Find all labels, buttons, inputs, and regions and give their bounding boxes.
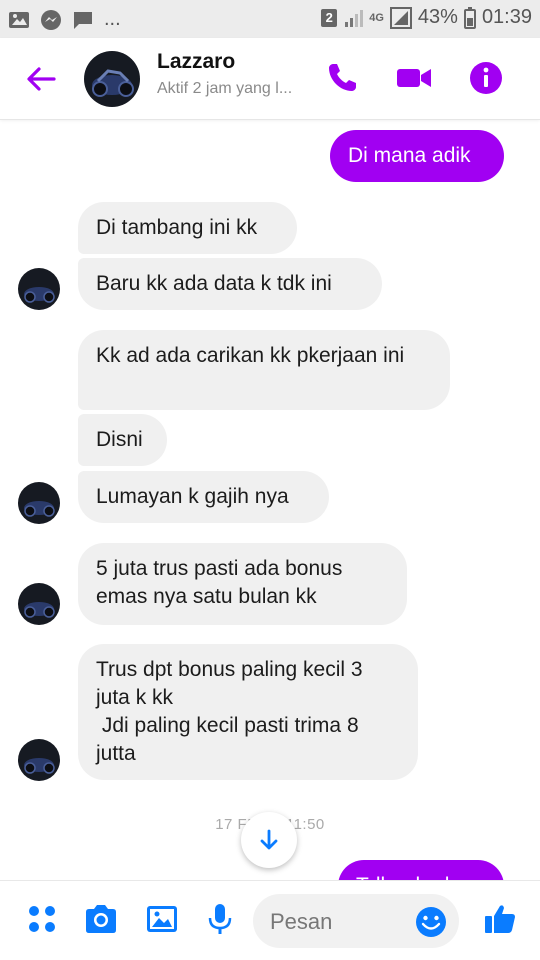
- message-bubble-outgoing[interactable]: Di mana adik: [330, 130, 504, 182]
- gallery-notification-icon: [9, 11, 29, 28]
- scroll-to-bottom-button[interactable]: [241, 812, 297, 868]
- emoji-icon[interactable]: [414, 905, 448, 939]
- camera-icon[interactable]: [83, 901, 119, 937]
- info-icon[interactable]: [468, 60, 504, 96]
- microphone-icon[interactable]: [202, 901, 238, 937]
- sim-badge: 2: [321, 8, 338, 27]
- messenger-notification-icon: [41, 9, 61, 30]
- sender-avatar[interactable]: [18, 268, 60, 310]
- signal-strength-icon: [389, 6, 412, 29]
- phone-call-icon[interactable]: [324, 60, 360, 96]
- message-bubble-incoming[interactable]: Trus dpt bonus paling kecil 3 juta k kk …: [78, 644, 418, 780]
- arrow-down-icon: [260, 829, 278, 850]
- gallery-icon[interactable]: [144, 901, 180, 937]
- contact-name[interactable]: Lazzaro: [157, 50, 235, 74]
- video-call-icon[interactable]: [396, 60, 432, 96]
- battery-percent: 43%: [417, 6, 458, 28]
- signal-icon: [345, 9, 364, 27]
- message-input-placeholder: Pesan: [270, 909, 333, 934]
- message-bubble-incoming[interactable]: Kk ad ada carikan kk pkerjaan ini: [78, 330, 450, 410]
- message-bubble-incoming[interactable]: Lumayan k gajih nya: [78, 471, 329, 523]
- message-bubble-incoming[interactable]: 5 juta trus pasti ada bonus emas nya sat…: [78, 543, 407, 625]
- sender-avatar[interactable]: [18, 739, 60, 781]
- chat-notification-icon: [74, 11, 92, 29]
- status-bar: ... 2 4G 43% 01:39: [0, 0, 540, 38]
- sender-avatar[interactable]: [18, 482, 60, 524]
- clock: 01:39: [481, 6, 532, 28]
- thumbs-up-icon[interactable]: [482, 901, 518, 937]
- network-type: 4G: [369, 11, 384, 24]
- battery-icon: [463, 6, 476, 29]
- message-bubble-incoming[interactable]: Disni: [78, 414, 167, 466]
- back-arrow-icon[interactable]: [24, 62, 58, 96]
- message-bubble-incoming[interactable]: Di tambang ini kk: [78, 202, 297, 254]
- message-bubble-incoming[interactable]: Baru kk ada data k tdk ini: [78, 258, 382, 310]
- more-options-icon[interactable]: [24, 901, 60, 937]
- more-notifications-icon: ...: [104, 8, 121, 30]
- contact-active-status: Aktif 2 jam yang l...: [157, 80, 293, 97]
- contact-avatar[interactable]: [84, 51, 140, 107]
- message-composer: Pesan: [0, 880, 540, 960]
- chat-header: Lazzaro Aktif 2 jam yang l...: [0, 38, 540, 120]
- sender-avatar[interactable]: [18, 583, 60, 625]
